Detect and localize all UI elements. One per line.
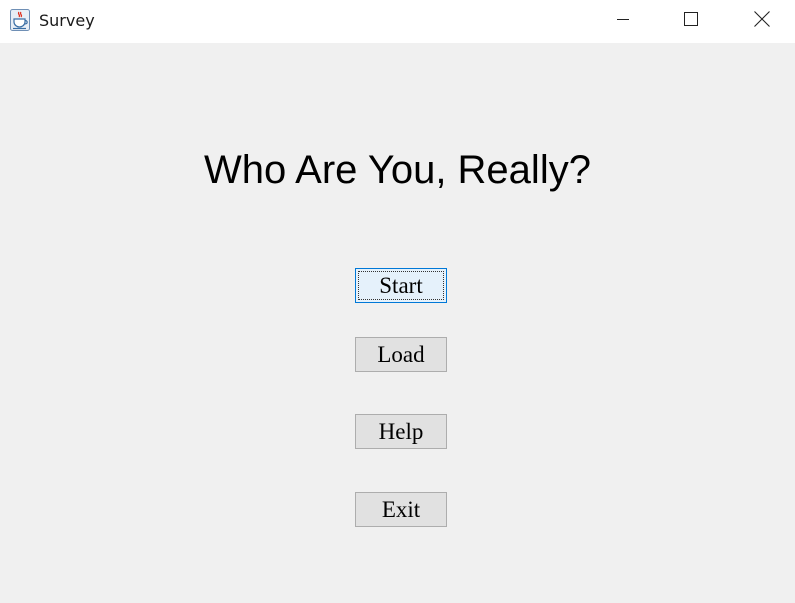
maximize-button[interactable] bbox=[668, 0, 714, 43]
minimize-button[interactable] bbox=[600, 0, 646, 43]
java-cup-icon bbox=[10, 9, 30, 31]
app-window: Survey Who Are You, Really? Start Load H… bbox=[0, 0, 795, 603]
page-title: Who Are You, Really? bbox=[204, 148, 591, 192]
window-title: Survey bbox=[39, 11, 95, 30]
main-panel: Who Are You, Really? Start Load Help Exi… bbox=[0, 43, 795, 603]
title-bar[interactable]: Survey bbox=[0, 0, 795, 43]
load-button[interactable]: Load bbox=[355, 337, 447, 372]
minimize-icon bbox=[615, 11, 631, 32]
start-button[interactable]: Start bbox=[355, 268, 447, 303]
help-button[interactable]: Help bbox=[355, 414, 447, 449]
exit-button[interactable]: Exit bbox=[355, 492, 447, 527]
close-button[interactable] bbox=[739, 0, 785, 43]
close-icon bbox=[753, 10, 771, 33]
maximize-icon bbox=[683, 11, 699, 32]
